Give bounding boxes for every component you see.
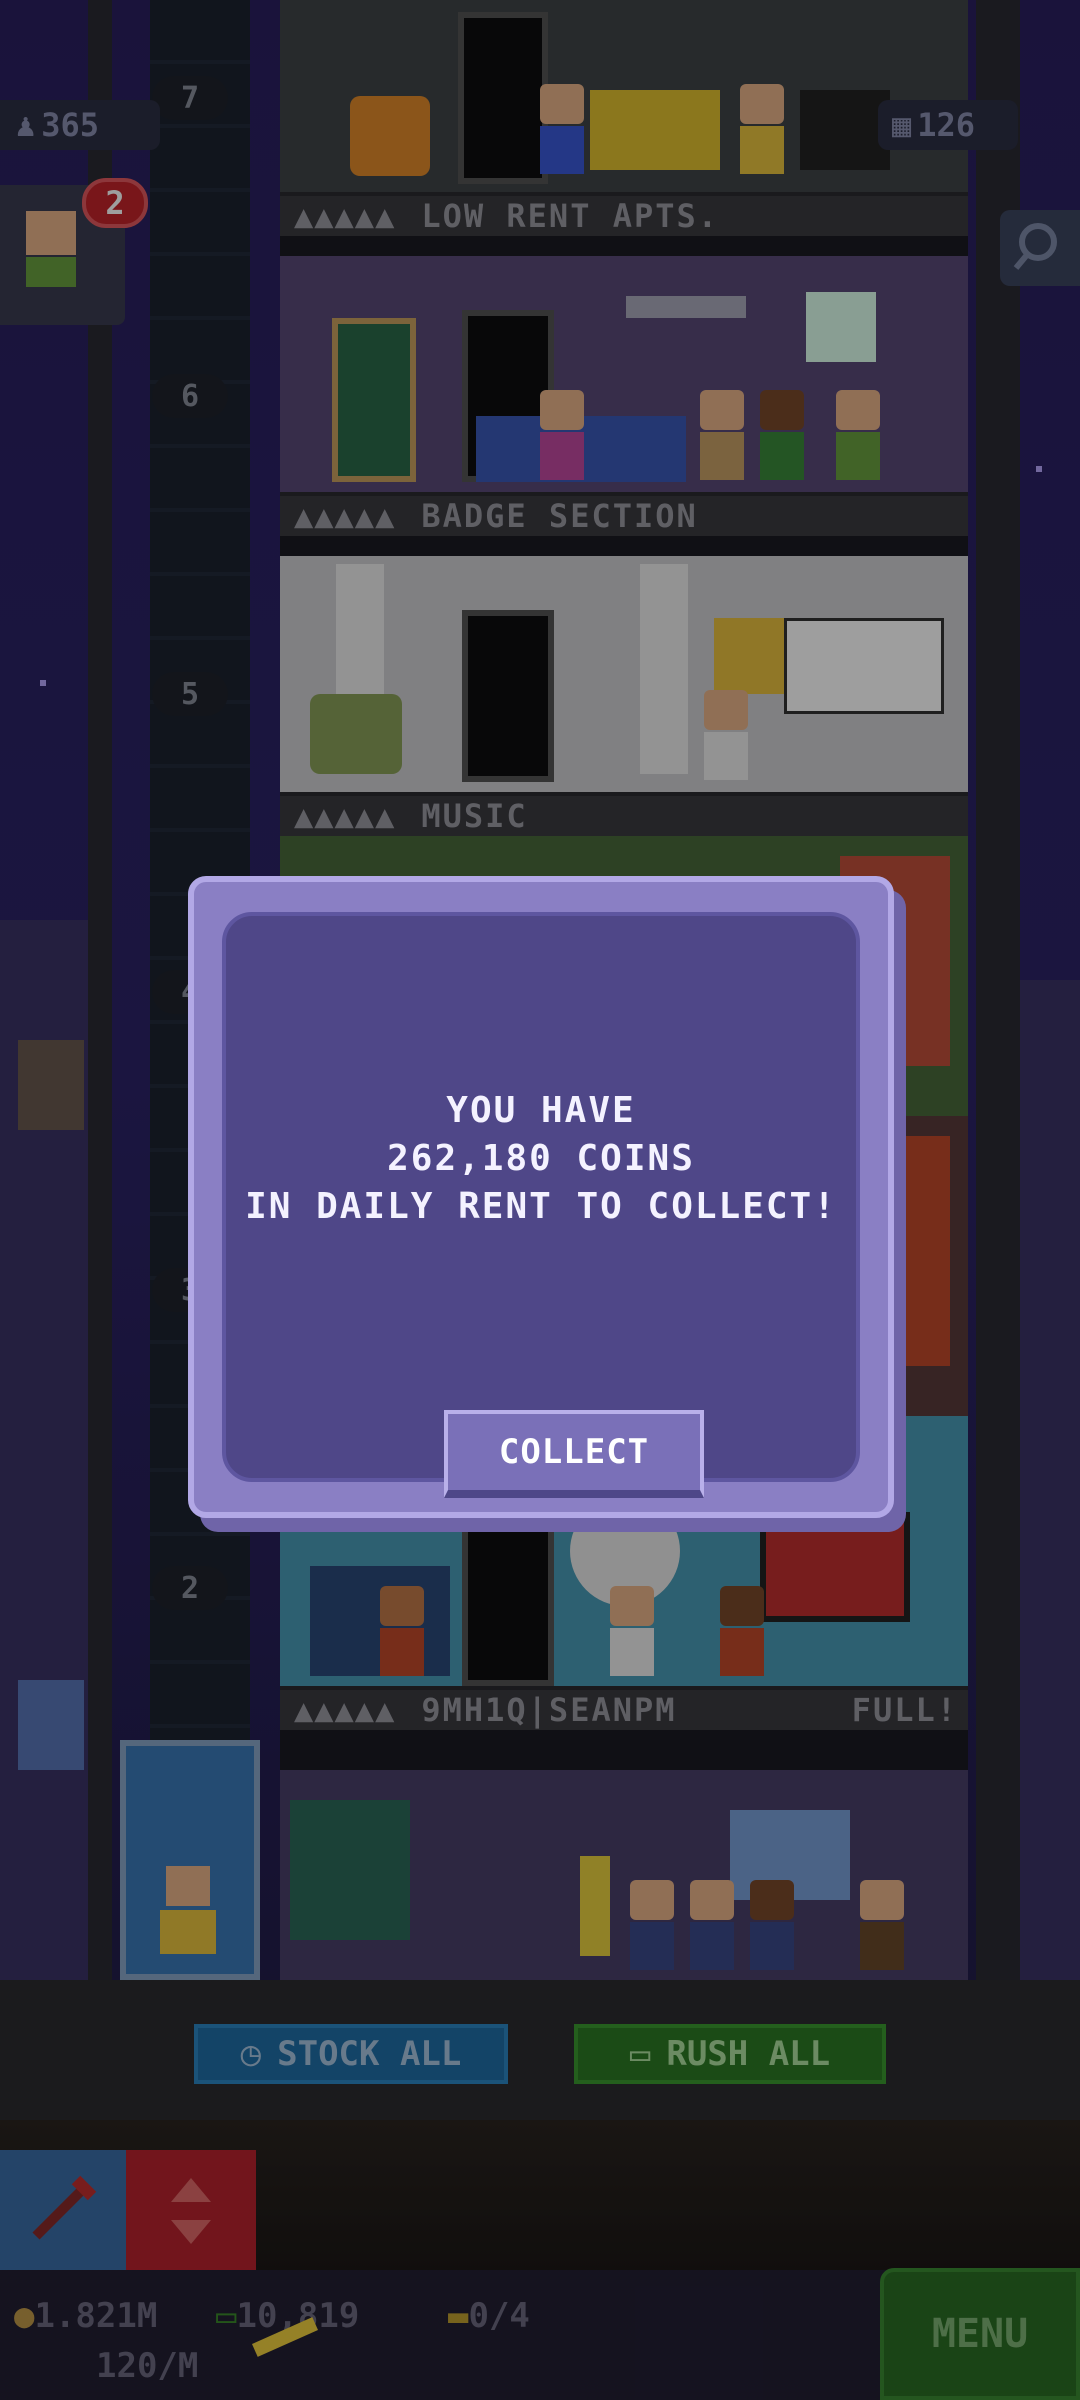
dialog-line-2: 262,180 COINS [387,1138,695,1179]
collect-button[interactable]: COLLECT [444,1410,704,1498]
dialog-panel: YOU HAVE 262,180 COINS IN DAILY RENT TO … [222,912,860,1498]
dialog-line-1: YOU HAVE [446,1090,636,1131]
daily-rent-dialog: YOU HAVE 262,180 COINS IN DAILY RENT TO … [188,876,894,1518]
dialog-line-3: IN DAILY RENT TO COLLECT! [245,1186,837,1227]
